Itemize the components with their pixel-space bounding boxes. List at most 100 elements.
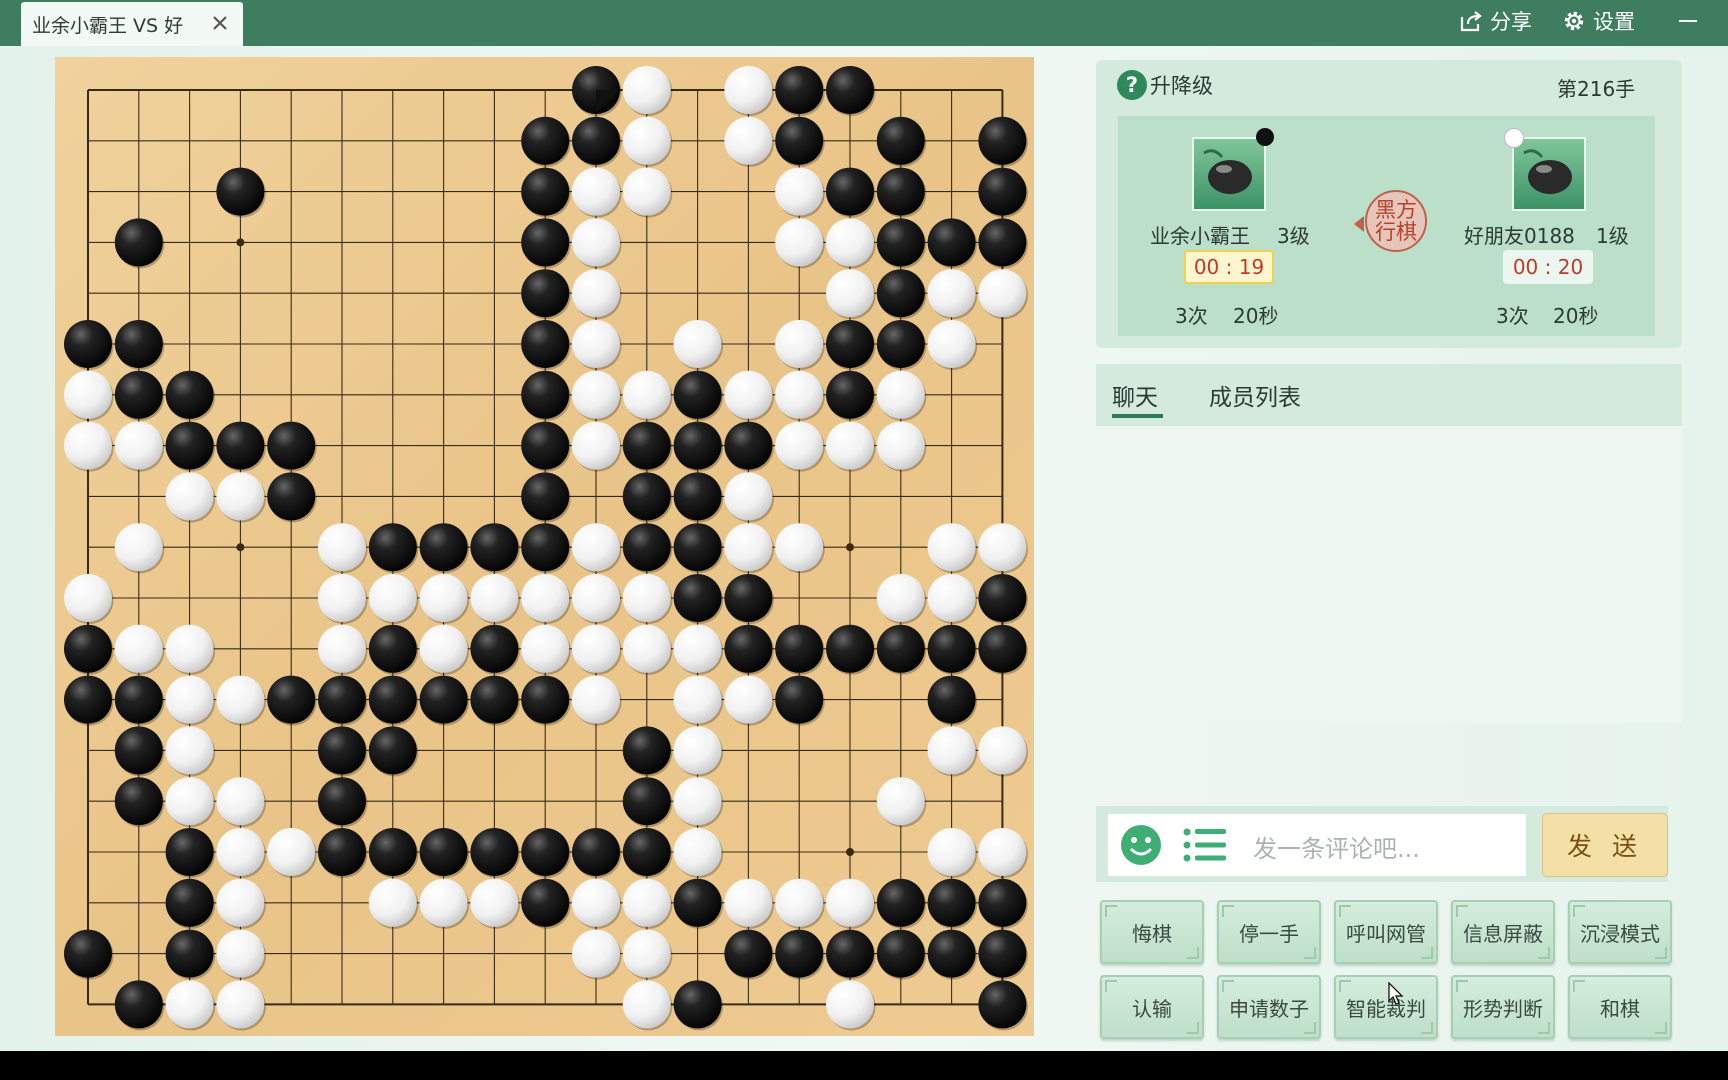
quick-phrases-icon[interactable] (1182, 826, 1228, 864)
white-stone (572, 929, 620, 978)
black-stone (826, 370, 874, 419)
draw-button[interactable]: 和棋 (1568, 975, 1672, 1039)
black-stone (775, 66, 824, 114)
black-stone (521, 320, 570, 368)
undo-button[interactable]: 悔棋 (1100, 900, 1204, 964)
black-stone (622, 523, 671, 572)
white-stone (978, 269, 1027, 318)
white-stone (419, 574, 468, 622)
turn-line-1: 黑方 (1375, 198, 1417, 222)
white-stone (165, 472, 214, 521)
white-stone (724, 878, 773, 927)
white-stone (64, 574, 112, 622)
send-button[interactable]: 发 送 (1542, 813, 1668, 877)
white-stone (622, 980, 671, 1029)
black-stone (521, 421, 570, 470)
black-stone (876, 624, 925, 673)
white-stone (673, 777, 722, 826)
share-button[interactable]: 分享 (1458, 6, 1532, 36)
black-stone (470, 828, 519, 876)
chat-messages[interactable] (1096, 426, 1682, 723)
black-stone (470, 675, 519, 724)
white-stone (216, 777, 265, 826)
share-icon (1460, 11, 1482, 32)
black-player-avatar[interactable] (1192, 137, 1266, 211)
black-stone (368, 675, 417, 724)
white-stone (826, 980, 874, 1029)
help-icon[interactable]: ? (1117, 70, 1147, 100)
black-stone (521, 116, 570, 165)
black-stone (572, 828, 620, 876)
black-stone (521, 828, 570, 876)
black-stone (165, 370, 214, 419)
black-stone (521, 269, 570, 318)
white-stone (775, 320, 824, 368)
settings-label: 设置 (1593, 10, 1635, 34)
minimize-button[interactable] (1679, 20, 1697, 22)
black-stone (470, 624, 519, 673)
white-stone (572, 624, 620, 673)
game-tab[interactable]: 业余小霸王 VS 好 (21, 2, 243, 46)
white-stone (927, 269, 976, 318)
white-stone (572, 167, 620, 216)
black-stone (876, 320, 925, 368)
black-stone (114, 980, 163, 1029)
black-stone (368, 726, 417, 775)
black-stone (826, 167, 874, 216)
settings-button[interactable]: 设置 (1561, 6, 1635, 36)
turn-indicator: 黑方 行棋 (1365, 190, 1427, 252)
white-stone (775, 370, 824, 419)
white-stone (572, 878, 620, 927)
black-stone (673, 472, 722, 521)
black-stone (775, 675, 824, 724)
call-admin-button[interactable]: 呼叫网管 (1334, 900, 1438, 964)
white-stone (826, 269, 874, 318)
white-stone (216, 980, 265, 1029)
white-stone (572, 421, 620, 470)
black-stone (64, 624, 112, 673)
immersive-mode-button[interactable]: 沉浸模式 (1568, 900, 1672, 964)
black-stone (216, 421, 265, 470)
pass-button[interactable]: 停一手 (1217, 900, 1321, 964)
request-count-button[interactable]: 申请数子 (1217, 975, 1321, 1039)
white-stone (673, 828, 722, 876)
black-stone (114, 726, 163, 775)
position-judgment-button[interactable]: 形势判断 (1451, 975, 1555, 1039)
black-stone (114, 218, 163, 267)
emoji-icon[interactable] (1120, 824, 1162, 866)
black-stone (419, 675, 468, 724)
black-stone (927, 929, 976, 978)
turn-arrow (1354, 216, 1364, 232)
tab-chat[interactable]: 聊天 (1112, 378, 1158, 412)
block-info-button[interactable]: 信息屏蔽 (1451, 900, 1555, 964)
white-stone (216, 675, 265, 724)
black-stone (622, 828, 671, 876)
black-stone (165, 929, 214, 978)
black-stone (622, 472, 671, 521)
white-stone (419, 624, 468, 673)
black-stone (978, 574, 1027, 622)
white-stone (927, 320, 976, 368)
white-stone (572, 218, 620, 267)
resign-button[interactable]: 认输 (1100, 975, 1204, 1039)
white-stone (368, 878, 417, 927)
white-player-avatar[interactable] (1512, 137, 1586, 211)
white-stone (775, 878, 824, 927)
active-tab-indicator (1112, 414, 1163, 418)
white-stone (572, 574, 620, 622)
close-icon[interactable] (209, 12, 231, 34)
white-stone (927, 828, 976, 876)
white-stone (826, 218, 874, 267)
white-stone (114, 624, 163, 673)
smart-judge-button[interactable]: 智能裁判 (1334, 975, 1438, 1039)
black-stone (318, 726, 366, 775)
black-stone (876, 167, 925, 216)
tab-members[interactable]: 成员列表 (1209, 378, 1301, 412)
star-point (236, 238, 245, 247)
black-stone (521, 675, 570, 724)
black-stone (978, 980, 1027, 1029)
go-board[interactable] (55, 57, 1034, 1036)
white-stone (470, 878, 519, 927)
comment-placeholder: 发一条评论吧... (1253, 835, 1420, 863)
bottom-bar (0, 1051, 1728, 1080)
